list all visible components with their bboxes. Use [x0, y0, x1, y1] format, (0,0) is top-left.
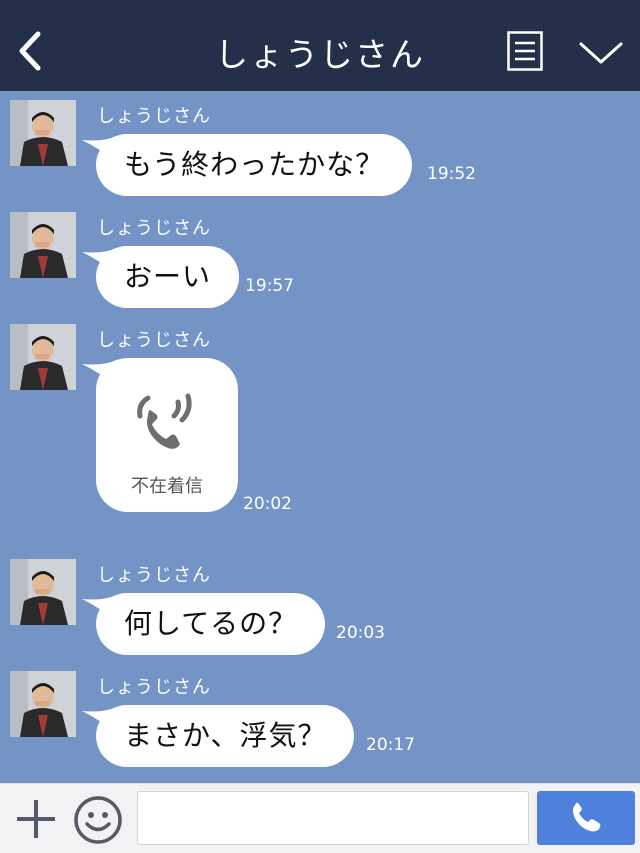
- message-time: 19:52: [427, 164, 476, 184]
- memo-icon: [507, 31, 543, 71]
- avatar[interactable]: [10, 100, 76, 166]
- avatar-image: [10, 100, 76, 166]
- input-bar: [0, 783, 640, 853]
- call-button[interactable]: [537, 791, 635, 845]
- sender-name: しょうじさん: [97, 565, 211, 586]
- sender-name: しょうじさん: [97, 677, 211, 698]
- message-time: 20:02: [243, 494, 292, 514]
- missed-call-label: 不在着信: [131, 476, 203, 497]
- avatar-image: [10, 212, 76, 278]
- emoji-icon: [74, 796, 122, 844]
- chat-header: しょうじさん: [0, 0, 640, 91]
- message-bubble[interactable]: 何してるの？: [96, 593, 326, 655]
- message-input[interactable]: [137, 791, 529, 845]
- sender-name: しょうじさん: [97, 218, 211, 239]
- avatar[interactable]: [10, 324, 76, 390]
- missed-call-icon: [137, 393, 192, 449]
- missed-call-bubble[interactable]: 不在着信: [96, 358, 238, 512]
- emoji-button[interactable]: [73, 795, 123, 845]
- avatar-image: [10, 671, 76, 737]
- message-time: 20:17: [366, 735, 415, 755]
- message-time: 19:57: [245, 276, 294, 296]
- message-bubble[interactable]: まさか、浮気？: [96, 705, 355, 767]
- avatar-image: [10, 324, 76, 390]
- message-bubble[interactable]: もう終わったかな？: [96, 134, 413, 196]
- chevron-down-icon: [579, 42, 623, 64]
- phone-icon: [573, 802, 601, 832]
- menu-chevron-button[interactable]: [578, 36, 624, 70]
- memo-button[interactable]: [507, 31, 543, 71]
- avatar-image: [10, 559, 76, 625]
- sender-name: しょうじさん: [97, 330, 211, 351]
- sender-name: しょうじさん: [97, 106, 211, 127]
- add-button[interactable]: [14, 797, 58, 841]
- message-bubble[interactable]: おーい: [96, 246, 240, 308]
- avatar[interactable]: [10, 212, 76, 278]
- avatar[interactable]: [10, 671, 76, 737]
- message-time: 20:03: [336, 623, 385, 643]
- plus-icon: [17, 800, 55, 838]
- avatar[interactable]: [10, 559, 76, 625]
- chat-title: しょうじさん: [215, 35, 425, 74]
